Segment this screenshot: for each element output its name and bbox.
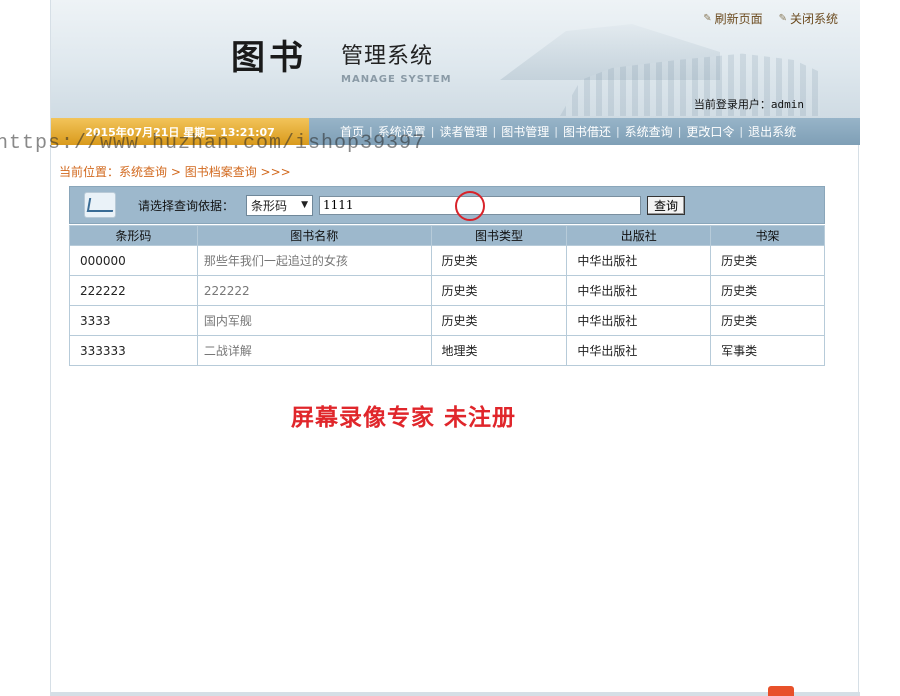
col-header-title: 图书名称	[196, 225, 432, 246]
table-row: 000000 那些年我们一起追过的女孩 历史类 中华出版社 历史类	[69, 245, 825, 276]
nav-item-password[interactable]: 更改口令	[681, 123, 739, 140]
app-logo-icon	[768, 686, 794, 696]
cell-title: 222222	[196, 275, 432, 306]
cell-barcode: 3333	[69, 305, 198, 336]
chart-icon	[82, 190, 128, 220]
col-header-type: 图书类型	[430, 225, 568, 246]
cell-type: 历史类	[430, 305, 568, 336]
breadcrumb-sep: >	[167, 165, 185, 179]
cell-publisher: 中华出版社	[566, 245, 712, 276]
cell-type: 历史类	[430, 275, 568, 306]
select-value: 条形码	[251, 198, 288, 213]
nav-item-query[interactable]: 系统查询	[620, 123, 678, 140]
logo-en: MANAGE SYSTEM	[341, 74, 452, 85]
top-links: ✎ 刷新页面 ✎ 关闭系统	[703, 10, 838, 27]
header-banner: 图书 管理系统 MANAGE SYSTEM ✎ 刷新页面 ✎ 关闭系统 当前登录用户…	[51, 0, 860, 118]
breadcrumb-tail: >>>	[256, 165, 291, 179]
search-label: 请选择查询依据：	[138, 198, 235, 213]
cell-shelf: 历史类	[710, 245, 825, 276]
table-row: 222222 222222 历史类 中华出版社 历史类	[69, 275, 825, 306]
logo-main: 图书	[231, 38, 307, 78]
breadcrumb: 当前位置：系统查询 > 图书档案查询 >>>	[59, 163, 291, 180]
cell-publisher: 中华出版社	[566, 275, 712, 306]
cell-type: 地理类	[430, 335, 568, 366]
login-prefix: 当前登录用户：	[693, 98, 771, 111]
cell-barcode: 333333	[69, 335, 198, 366]
cell-title: 那些年我们一起追过的女孩	[196, 245, 432, 276]
cell-title: 国内军舰	[196, 305, 432, 336]
query-button[interactable]: 查询	[647, 195, 686, 215]
breadcrumb-level2: 图书档案查询	[184, 165, 257, 179]
nav-item-books[interactable]: 图书管理	[496, 123, 554, 140]
nav-item-logout[interactable]: 退出系统	[743, 123, 801, 140]
col-header-publisher: 出版社	[566, 225, 712, 246]
breadcrumb-level1: 系统查询	[119, 165, 168, 179]
nav-item-readers[interactable]: 读者管理	[434, 123, 492, 140]
pencil-icon: ✎	[703, 13, 712, 24]
chevron-down-icon: ▼	[301, 200, 309, 210]
table-row: 3333 国内军舰 历史类 中华出版社 历史类	[69, 305, 825, 336]
close-label: 关闭系统	[789, 12, 838, 26]
cell-publisher: 中华出版社	[566, 305, 712, 336]
results-table: 条形码 图书名称 图书类型 出版社 书架 000000 那些年我们一起追过的女孩…	[69, 225, 825, 366]
cursor-highlight	[455, 191, 485, 221]
nav-item-borrow[interactable]: 图书借还	[558, 123, 616, 140]
refresh-link[interactable]: ✎ 刷新页面	[703, 10, 762, 27]
cell-shelf: 历史类	[710, 275, 825, 306]
page-frame: 图书 管理系统 MANAGE SYSTEM ✎ 刷新页面 ✎ 关闭系统 当前登录用户…	[50, 0, 860, 696]
query-field-select[interactable]: 条形码 ▼	[246, 194, 314, 216]
cell-publisher: 中华出版社	[566, 335, 712, 366]
cell-barcode: 222222	[69, 275, 198, 306]
search-bar: 请选择查询依据： 条形码 ▼ 查询	[69, 186, 825, 224]
cell-shelf: 军事类	[710, 335, 825, 366]
table-header-row: 条形码 图书名称 图书类型 出版社 书架	[69, 225, 825, 246]
col-header-barcode: 条形码	[69, 225, 198, 246]
close-system-link[interactable]: ✎ 关闭系统	[779, 10, 838, 27]
unregistered-watermark: 屏幕录像专家 未注册	[291, 404, 517, 431]
cell-type: 历史类	[430, 245, 568, 276]
cell-title: 二战详解	[196, 335, 432, 366]
logo-sub: 管理系统	[341, 44, 434, 69]
col-header-shelf: 书架	[710, 225, 825, 246]
login-user: 当前登录用户：admin	[694, 96, 804, 112]
cell-shelf: 历史类	[710, 305, 825, 336]
url-watermark: https://www.huzhan.com/ishop39397	[0, 132, 426, 155]
pencil-icon: ✎	[778, 13, 787, 24]
refresh-label: 刷新页面	[714, 12, 763, 26]
breadcrumb-prefix: 当前位置：	[59, 165, 120, 179]
cell-barcode: 000000	[69, 245, 198, 276]
table-row: 333333 二战详解 地理类 中华出版社 军事类	[69, 335, 825, 366]
login-username: admin	[770, 98, 804, 111]
footer-line	[51, 692, 860, 696]
